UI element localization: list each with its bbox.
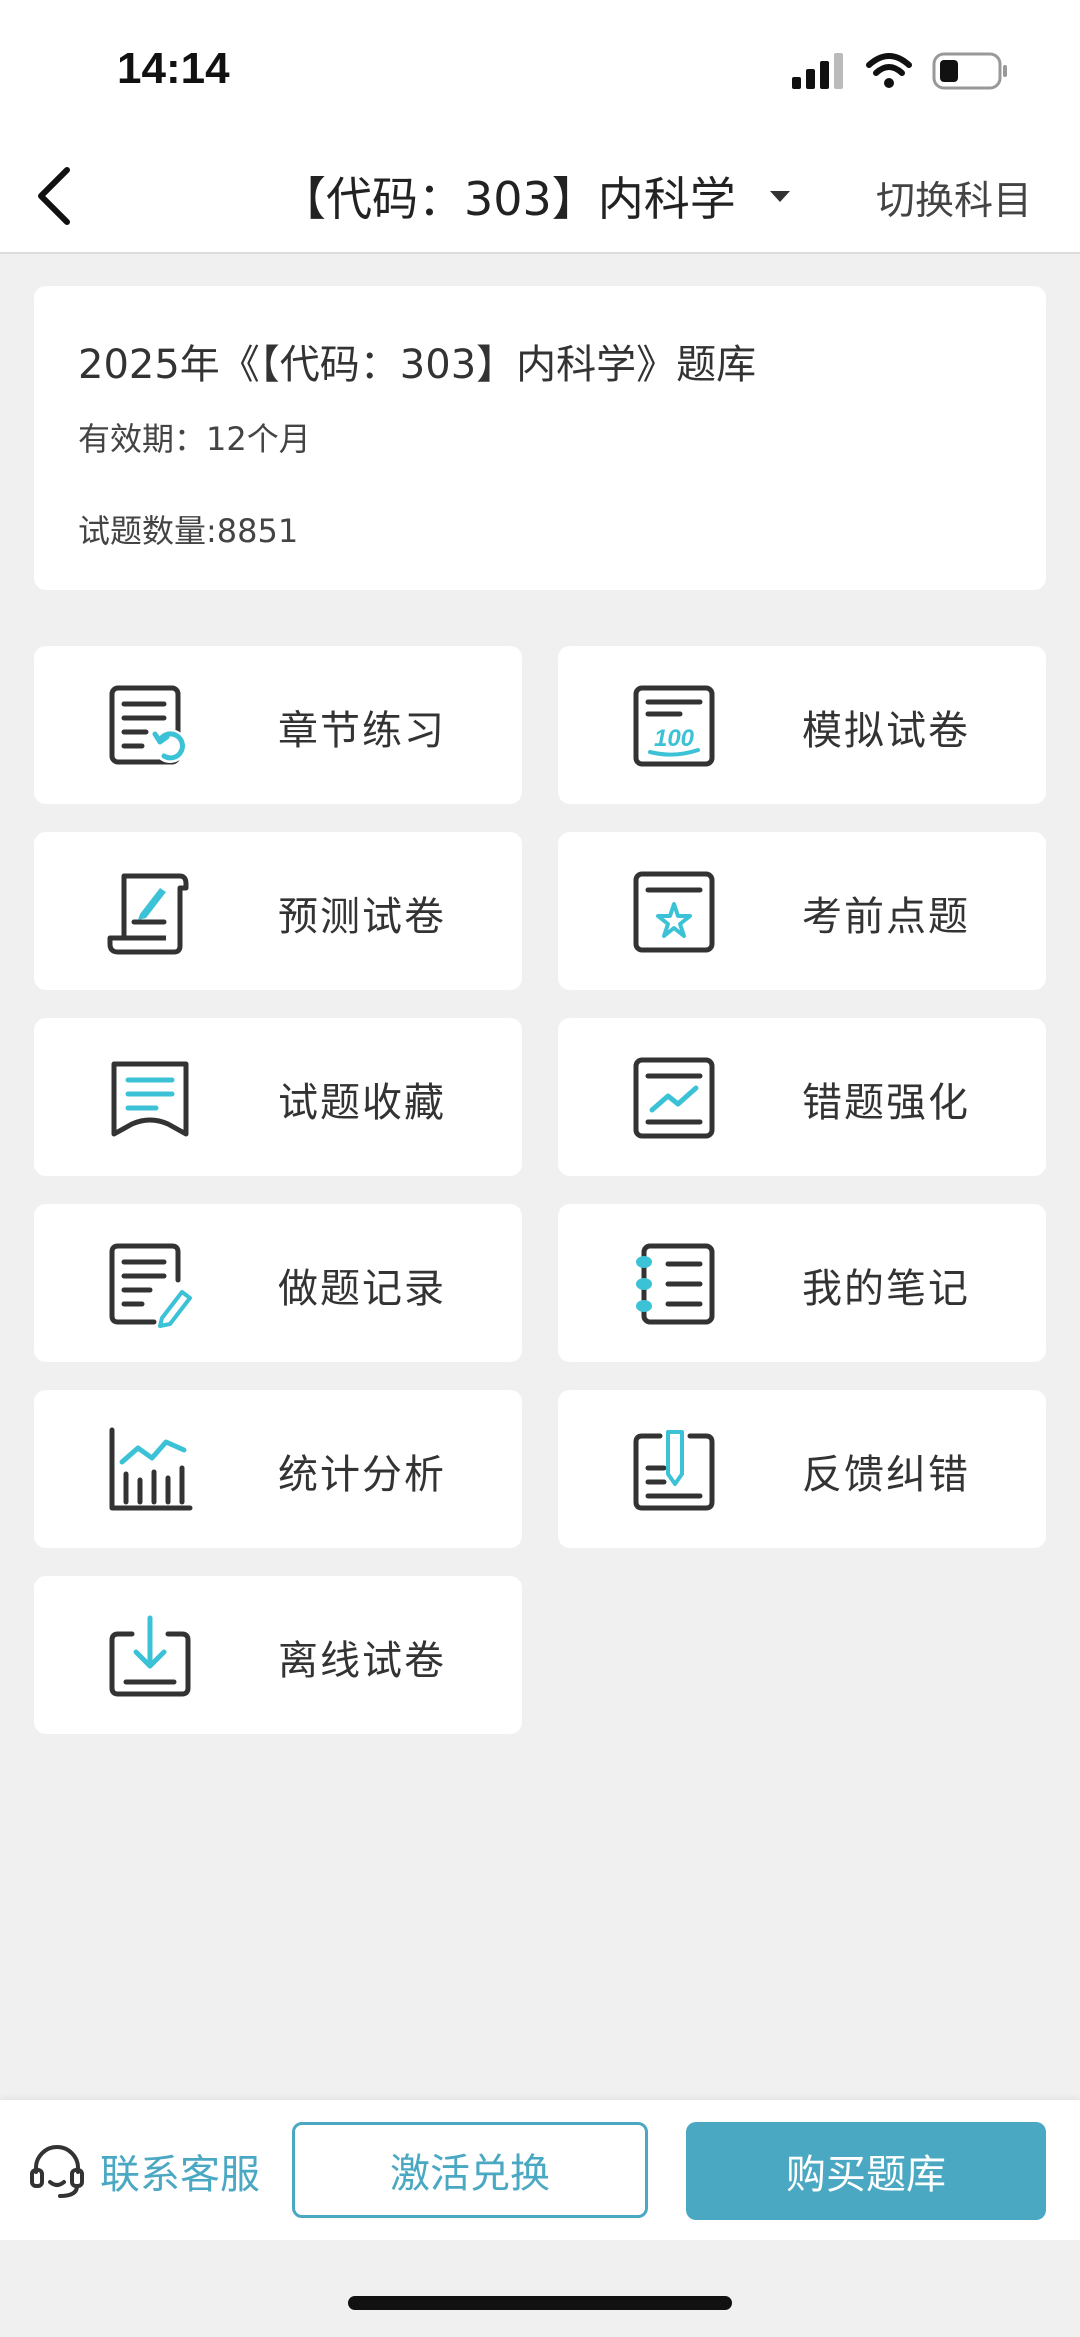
offline-download-icon (109, 1615, 191, 1697)
tile-chapter-practice[interactable]: 章节练习 (34, 646, 522, 804)
question-bank-title: 2025年《【代码：303】内科学》题库 (78, 342, 757, 388)
tile-label: 章节练习 (278, 708, 446, 754)
tile-label: 离线试卷 (278, 1638, 446, 1684)
status-bar: 14:14 (0, 0, 1080, 140)
wrong-question-icon (633, 1057, 715, 1139)
page-title: 【代码：303】内科学 (280, 172, 736, 226)
notes-icon (636, 1243, 715, 1325)
tile-my-notes[interactable]: 我的笔记 (558, 1204, 1046, 1362)
status-icons (792, 50, 1008, 92)
validity-period: 有效期：12个月 (78, 420, 311, 458)
home-indicator-area (0, 2240, 1080, 2337)
back-arrow-icon (38, 167, 70, 225)
tile-label: 试题收藏 (278, 1080, 446, 1126)
headset-icon (30, 2145, 84, 2198)
tile-practice-record[interactable]: 做题记录 (34, 1204, 522, 1362)
question-count: 试题数量:8851 (78, 512, 299, 550)
tile-prediction-exam[interactable]: 预测试卷 (34, 832, 522, 990)
dropdown-caret-icon (769, 190, 790, 202)
tile-label: 模拟试卷 (802, 708, 970, 754)
tile-pre-exam-tips[interactable]: 考前点题 (558, 832, 1046, 990)
bottom-action-bar: 联系客服 激活兑换 购买题库 (0, 2100, 1080, 2240)
feedback-icon (633, 1430, 715, 1511)
tile-label: 统计分析 (278, 1452, 446, 1498)
statistics-icon (109, 1427, 193, 1511)
signal-icon (792, 53, 843, 89)
tile-label: 错题强化 (802, 1080, 970, 1126)
wifi-icon (866, 53, 912, 88)
subject-selector[interactable]: 【代码：303】内科学 (280, 162, 790, 230)
svg-text:100: 100 (654, 725, 695, 752)
tile-offline-exam[interactable]: 离线试卷 (34, 1576, 522, 1734)
contact-support-label: 联系客服 (100, 2152, 260, 2198)
chapter-practice-icon (109, 685, 187, 765)
mock-exam-icon: 100 (633, 685, 715, 767)
tile-label: 反馈纠错 (802, 1452, 970, 1498)
favorites-icon (111, 1061, 189, 1137)
tile-statistics[interactable]: 统计分析 (34, 1390, 522, 1548)
question-bank-info-card: 2025年《【代码：303】内科学》题库 有效期：12个月 试题数量:8851 (34, 286, 1046, 590)
back-button[interactable] (18, 158, 88, 234)
activate-redeem-button[interactable]: 激活兑换 (292, 2122, 648, 2218)
pre-exam-star-icon (633, 871, 715, 953)
tile-label: 预测试卷 (278, 894, 446, 940)
nav-bar: 【代码：303】内科学 切换科目 (0, 140, 1080, 254)
tile-label: 做题记录 (278, 1266, 446, 1312)
tile-mock-exam[interactable]: 100 模拟试卷 (558, 646, 1046, 804)
battery-icon (932, 52, 1007, 90)
contact-support-button[interactable]: 联系客服 (28, 2140, 260, 2202)
record-icon (109, 1243, 192, 1328)
buy-question-bank-button[interactable]: 购买题库 (686, 2122, 1046, 2220)
tile-favorites[interactable]: 试题收藏 (34, 1018, 522, 1176)
switch-subject-link[interactable]: 切换科目 (876, 170, 1032, 226)
prediction-exam-icon (107, 873, 189, 955)
tile-wrong-questions[interactable]: 错题强化 (558, 1018, 1046, 1176)
tile-label: 考前点题 (802, 894, 970, 940)
tile-feedback[interactable]: 反馈纠错 (558, 1390, 1046, 1548)
tile-label: 我的笔记 (802, 1266, 970, 1312)
status-time: 14:14 (117, 44, 230, 93)
home-indicator[interactable] (348, 2296, 732, 2310)
